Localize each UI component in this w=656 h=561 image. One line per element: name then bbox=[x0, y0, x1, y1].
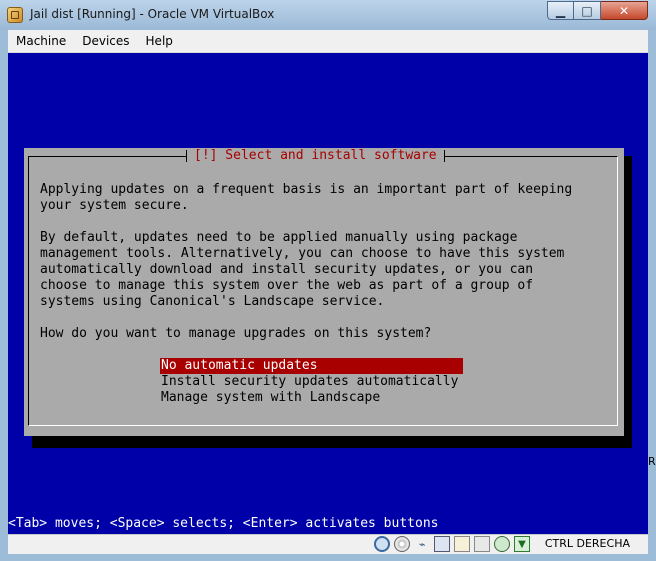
hard-disk-icon[interactable] bbox=[374, 536, 390, 552]
usb-icon[interactable]: ⌁ bbox=[414, 536, 430, 552]
host-key-indicator-icon[interactable]: ▼ bbox=[514, 536, 530, 552]
installer-dialog: [!] Select and install software Applying… bbox=[24, 148, 624, 436]
dialog-paragraph-details: By default, updates need to be applied m… bbox=[40, 230, 565, 309]
host-key-label: CTRL DERECHA bbox=[544, 537, 630, 550]
upgrade-options-list: No automatic updates Install security up… bbox=[160, 358, 463, 406]
title-bar[interactable]: Jail dist [Running] - Oracle VM VirtualB… bbox=[0, 0, 656, 30]
close-button[interactable]: ✕ bbox=[601, 1, 648, 20]
menu-bar: Machine Devices Help bbox=[8, 30, 648, 53]
window-controls: ▁ □ ✕ bbox=[547, 1, 648, 20]
virtualbox-app-icon bbox=[7, 7, 23, 23]
virtualbox-window: Jail dist [Running] - Oracle VM VirtualB… bbox=[0, 0, 656, 561]
maximize-button[interactable]: □ bbox=[574, 1, 601, 20]
network-icon[interactable] bbox=[434, 536, 450, 552]
video-capture-icon[interactable] bbox=[474, 536, 490, 552]
shared-folders-icon[interactable] bbox=[454, 536, 470, 552]
option-install-security-updates[interactable]: Install security updates automatically bbox=[160, 374, 463, 390]
clipped-side-text: RL bbox=[648, 455, 656, 468]
mouse-integration-icon[interactable] bbox=[494, 536, 510, 552]
option-manage-with-landscape[interactable]: Manage system with Landscape bbox=[160, 390, 463, 406]
status-bar: ⌁ ▼ CTRL DERECHA bbox=[8, 534, 648, 554]
option-no-automatic-updates[interactable]: No automatic updates bbox=[160, 358, 463, 374]
dialog-question: How do you want to manage upgrades on th… bbox=[40, 326, 432, 341]
menu-devices[interactable]: Devices bbox=[74, 34, 137, 48]
window-title: Jail dist [Running] - Oracle VM VirtualB… bbox=[30, 7, 275, 21]
menu-help[interactable]: Help bbox=[138, 34, 181, 48]
menu-machine[interactable]: Machine bbox=[8, 34, 74, 48]
status-icons: ⌁ ▼ bbox=[374, 536, 530, 552]
minimize-button[interactable]: ▁ bbox=[547, 1, 574, 20]
dialog-paragraph-intro: Applying updates on a frequent basis is … bbox=[40, 182, 573, 213]
close-icon: ✕ bbox=[618, 3, 630, 18]
vm-screen[interactable]: [!] Select and install software Applying… bbox=[8, 53, 648, 534]
dialog-title: [!] Select and install software bbox=[186, 148, 445, 164]
installer-help-line: <Tab> moves; <Space> selects; <Enter> ac… bbox=[8, 516, 439, 531]
maximize-icon: □ bbox=[581, 3, 593, 18]
minimize-icon: ▁ bbox=[555, 3, 566, 18]
optical-drive-icon[interactable] bbox=[394, 536, 410, 552]
